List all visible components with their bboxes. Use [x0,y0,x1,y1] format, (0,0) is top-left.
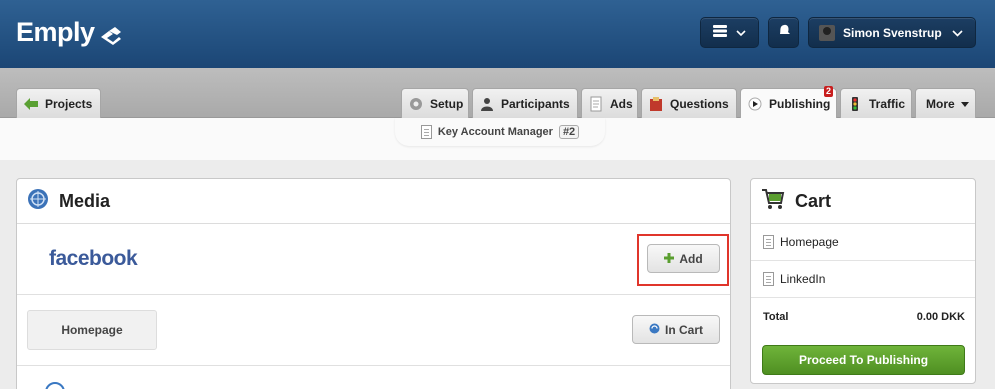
tab-projects[interactable]: Projects [16,88,101,118]
avatar [819,24,835,41]
add-button[interactable]: Add [647,244,720,273]
cart-panel: Cart Homepage LinkedIn Total 0.00 DKK Pr… [750,178,976,384]
cart-item: Homepage [751,224,975,261]
bell-icon [777,23,791,42]
menu-icon [713,24,727,42]
people-icon [479,96,495,112]
shopping-cart-icon [761,188,785,215]
cart-item-label: Homepage [780,235,839,249]
proceed-to-publishing-button[interactable]: Proceed To Publishing [762,345,965,375]
media-title: Media [59,190,111,211]
tab-ads[interactable]: Ads [581,88,638,118]
traffic-light-icon [847,96,863,112]
tab-setup[interactable]: Setup [401,88,469,118]
media-panel: Media facebook Add Homepage In Cart [16,178,731,389]
tab-label: Projects [45,96,93,111]
proceed-button-label: Proceed To Publishing [798,353,929,367]
media-row-partial [17,366,730,389]
tab-label: Publishing [769,97,831,111]
gear-icon [408,96,424,112]
chevron-down-icon [736,24,746,42]
homepage-logo: Homepage [27,310,157,350]
emply-logo[interactable]: Emply [16,17,123,48]
questions-icon [648,96,664,112]
refresh-icon [649,323,660,337]
in-cart-button[interactable]: In Cart [632,315,720,344]
media-panel-header: Media [17,179,730,224]
add-button-label: Add [679,251,703,266]
tab-label: Traffic [869,96,906,111]
tab-label: Ads [610,96,633,111]
job-title: Key Account Manager [437,126,553,138]
total-label: Total [763,310,789,323]
linkedin-logo-icon [45,382,65,389]
publishing-count-badge: 2 [823,86,833,97]
media-row-homepage: Homepage In Cart [17,295,730,366]
cart-item: LinkedIn [751,261,975,298]
cart-item-label: LinkedIn [780,272,826,286]
job-number: #2 [558,125,580,139]
document-icon [763,235,774,249]
logo-mark-icon [99,23,123,45]
cart-total: Total 0.00 DKK [751,298,975,335]
tab-label: Setup [430,96,464,111]
tab-publishing[interactable]: Publishing 2 [740,86,837,119]
facebook-logo: facebook [49,247,138,270]
tab-participants[interactable]: Participants [472,88,578,118]
total-value: 0.00 DKK [916,310,965,323]
tab-questions[interactable]: Questions [641,88,737,118]
play-icon [747,96,763,112]
cart-title: Cart [795,190,832,211]
notifications-button[interactable] [768,17,799,48]
plus-icon [664,252,675,266]
arrow-left-icon [23,96,39,112]
tab-bar: Projects Setup Participants Ads Question… [0,68,995,119]
job-title-tab[interactable]: Key Account Manager #2 [395,118,605,146]
document-icon [588,96,604,112]
chevron-down-icon [952,26,963,40]
user-name: Simon Svenstrup [843,25,942,40]
document-icon [763,272,774,286]
tab-label: Questions [670,96,729,111]
tab-more[interactable]: More [915,88,976,118]
document-icon [420,125,432,139]
user-menu-button[interactable]: Simon Svenstrup [808,17,976,48]
media-row-facebook: facebook Add [17,224,730,295]
cart-panel-header: Cart [751,179,975,224]
caret-down-icon [960,97,969,111]
tab-label: Participants [501,96,570,111]
in-cart-button-label: In Cart [664,322,703,337]
job-subheader: Key Account Manager #2 [0,118,995,160]
app-header: Emply Simon Svenstrup [0,0,995,68]
tab-traffic[interactable]: Traffic [840,88,912,118]
main-menu-button[interactable] [700,17,759,48]
globe-icon [27,188,49,215]
logo-text: Emply [16,17,95,47]
tab-label: More [926,96,955,111]
